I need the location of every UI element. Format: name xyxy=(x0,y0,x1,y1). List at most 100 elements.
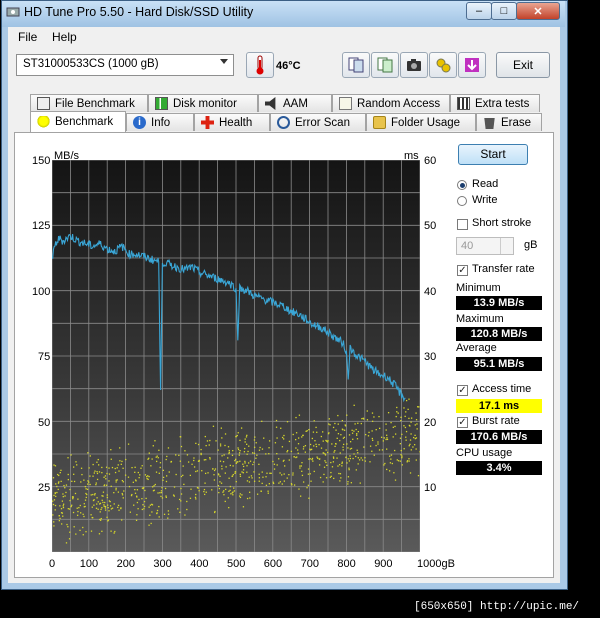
access-time-checkbox[interactable]: ✓ xyxy=(457,385,468,396)
access-time-point xyxy=(186,500,188,503)
burst-rate-checkbox[interactable]: ✓ xyxy=(457,417,468,428)
access-time-point xyxy=(224,433,227,435)
access-time-point xyxy=(104,501,106,504)
access-time-point xyxy=(342,429,344,431)
access-time-point xyxy=(153,485,155,487)
access-time-point xyxy=(213,469,216,472)
access-time-point xyxy=(138,498,140,501)
access-time-point xyxy=(318,443,320,446)
access-time-point xyxy=(284,465,286,467)
access-time-point xyxy=(246,480,249,482)
gears-icon xyxy=(436,58,451,73)
tab-folder-usage[interactable]: Folder Usage xyxy=(366,113,476,131)
tab-health[interactable]: Health xyxy=(194,113,270,131)
access-time-point xyxy=(227,497,229,499)
access-time-point xyxy=(244,447,246,450)
access-time-point xyxy=(148,506,150,508)
access-time-point xyxy=(345,456,347,458)
tab-label: File Benchmark xyxy=(55,97,135,110)
access-time-point xyxy=(120,507,122,509)
access-time-point xyxy=(149,514,151,516)
access-time-point xyxy=(256,454,258,456)
access-time-point xyxy=(386,438,389,441)
tab-aam[interactable]: AAM xyxy=(258,94,332,112)
minimize-button[interactable]: – xyxy=(466,2,492,20)
access-time-point xyxy=(228,452,230,455)
access-time-point xyxy=(298,437,300,439)
access-time-point xyxy=(303,446,305,448)
access-time-point xyxy=(69,531,71,533)
copy-info-button[interactable] xyxy=(342,52,370,78)
access-time-point xyxy=(309,443,312,446)
screenshot-button[interactable] xyxy=(400,52,428,78)
close-button[interactable]: ✕ xyxy=(516,2,560,20)
access-time-point xyxy=(151,511,153,513)
tab-benchmark[interactable]: Benchmark xyxy=(30,111,126,132)
tab-extra-tests[interactable]: Extra tests xyxy=(450,94,540,112)
access-time-point xyxy=(386,448,388,450)
short-stroke-checkbox[interactable] xyxy=(457,219,468,230)
access-time-point xyxy=(378,449,381,451)
access-time-point xyxy=(248,445,250,447)
access-time-point xyxy=(105,484,108,486)
access-time-point xyxy=(238,452,241,454)
x-tick-label: 300 xyxy=(153,558,172,570)
access-time-point xyxy=(150,522,152,525)
options-button[interactable] xyxy=(429,52,457,78)
tab-disk-monitor[interactable]: Disk monitor xyxy=(148,94,258,112)
access-time-point xyxy=(341,419,344,422)
access-time-point xyxy=(106,494,108,496)
access-time-point xyxy=(165,496,167,499)
access-time-point xyxy=(356,434,358,436)
access-time-point xyxy=(178,454,180,457)
access-time-point xyxy=(165,495,167,497)
access-time-point xyxy=(417,406,419,408)
access-time-point xyxy=(249,460,252,462)
save-button[interactable] xyxy=(458,52,486,78)
access-time-point xyxy=(308,428,310,431)
access-time-point xyxy=(378,427,381,430)
exit-button[interactable]: Exit xyxy=(496,52,550,78)
access-time-point xyxy=(299,465,301,467)
start-button[interactable]: Start xyxy=(458,144,528,165)
access-time-point xyxy=(268,440,271,442)
menu-help[interactable]: Help xyxy=(52,30,91,44)
access-time-point xyxy=(97,501,99,503)
read-radio[interactable] xyxy=(457,180,467,190)
tab-file-benchmark[interactable]: File Benchmark xyxy=(30,94,148,112)
benchmark-chart-svg xyxy=(51,159,422,553)
access-time-point xyxy=(288,459,290,461)
maximize-button[interactable]: □ xyxy=(491,2,517,20)
access-time-point xyxy=(397,412,399,414)
access-time-point xyxy=(54,465,57,467)
short-stroke-spinner[interactable] xyxy=(500,238,514,254)
access-time-point xyxy=(143,500,146,503)
access-time-point xyxy=(95,482,97,484)
access-time-point xyxy=(387,412,390,414)
access-time-value: 17.1 ms xyxy=(456,399,542,413)
access-time-point xyxy=(337,423,339,425)
access-time-point xyxy=(100,517,102,520)
access-time-point xyxy=(281,436,284,439)
access-time-point xyxy=(364,457,366,459)
drive-select[interactable]: ST31000533CS (1000 gB) xyxy=(16,54,234,76)
transfer-rate-checkbox[interactable]: ✓ xyxy=(457,265,468,276)
menu-file[interactable]: File xyxy=(18,30,51,44)
access-time-point xyxy=(155,456,157,458)
write-radio[interactable] xyxy=(457,196,467,206)
access-time-point xyxy=(56,473,59,476)
access-time-point xyxy=(87,452,89,454)
tab-erase[interactable]: Erase xyxy=(476,113,542,131)
access-time-point xyxy=(218,491,220,494)
access-time-point xyxy=(219,443,222,445)
access-time-point xyxy=(337,465,339,467)
thermometer-button[interactable] xyxy=(246,52,274,78)
tab-error-scan[interactable]: Error Scan xyxy=(270,113,366,131)
access-time-point xyxy=(101,472,103,474)
access-time-point xyxy=(93,472,95,474)
access-time-point xyxy=(332,426,335,429)
copy-all-button[interactable] xyxy=(371,52,399,78)
tab-info[interactable]: i Info xyxy=(126,113,194,131)
tab-random-access[interactable]: Random Access xyxy=(332,94,450,112)
access-time-point xyxy=(334,422,336,425)
